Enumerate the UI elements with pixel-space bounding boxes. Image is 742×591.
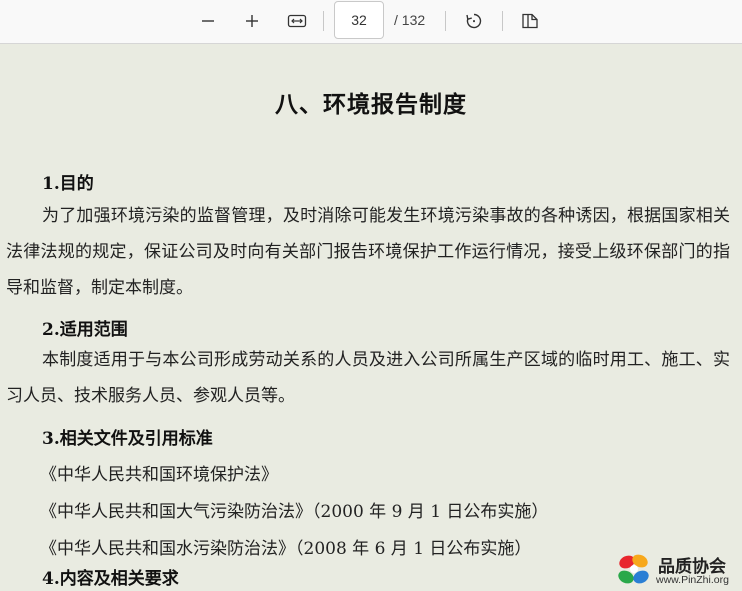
flower-logo-icon [618,554,649,584]
section-heading: 3.相关文件及引用标准 [42,429,213,449]
watermark-logo: 品质协会 www.PinZhi.org [614,552,742,591]
zoom-in-button[interactable] [237,7,267,35]
rotate-icon [466,13,482,29]
minus-icon [202,20,214,22]
toolbar-divider [502,11,503,31]
rotate-button[interactable] [459,7,489,35]
zoom-out-button[interactable] [193,7,223,35]
page-number-input[interactable] [334,1,384,39]
document-page: 八、环境报告制度 1.目的 为了加强环境污染的监督管理，及时消除可能发生环境污染… [0,45,742,591]
watermark-url: www.PinZhi.org [656,574,729,586]
plus-icon [246,15,258,27]
toolbar-divider [323,11,324,31]
section-heading: 1.目的 [42,174,94,194]
reference-item: 《中华人民共和国水污染防治法》（2008 年 6 月 1 日公布实施） [40,539,532,559]
document-title: 八、环境报告制度 [275,91,467,118]
section-heading: 2.适用范围 [42,320,128,340]
reference-item: 《中华人民共和国大气污染防治法》（2000 年 9 月 1 日公布实施） [40,502,549,522]
section-paragraph: 为了加强环境污染的监督管理，及时消除可能发生环境污染事故的各种诱因，根据国家相关… [6,206,730,298]
fit-width-button[interactable] [282,7,312,35]
page-total-label: / 132 [394,12,426,28]
section-paragraph: 本制度适用于与本公司形成劳动关系的人员及进入公司所属生产区域的临时用工、施工、实… [6,350,730,406]
page-view-button[interactable] [515,7,545,35]
toolbar-divider [445,11,446,31]
reference-item: 《中华人民共和国环境保护法》 [40,465,278,485]
pdf-toolbar: / 132 [0,0,742,44]
section-heading: 4.内容及相关要求 [42,569,179,589]
fit-width-icon [287,14,307,28]
page-view-icon [522,13,538,29]
